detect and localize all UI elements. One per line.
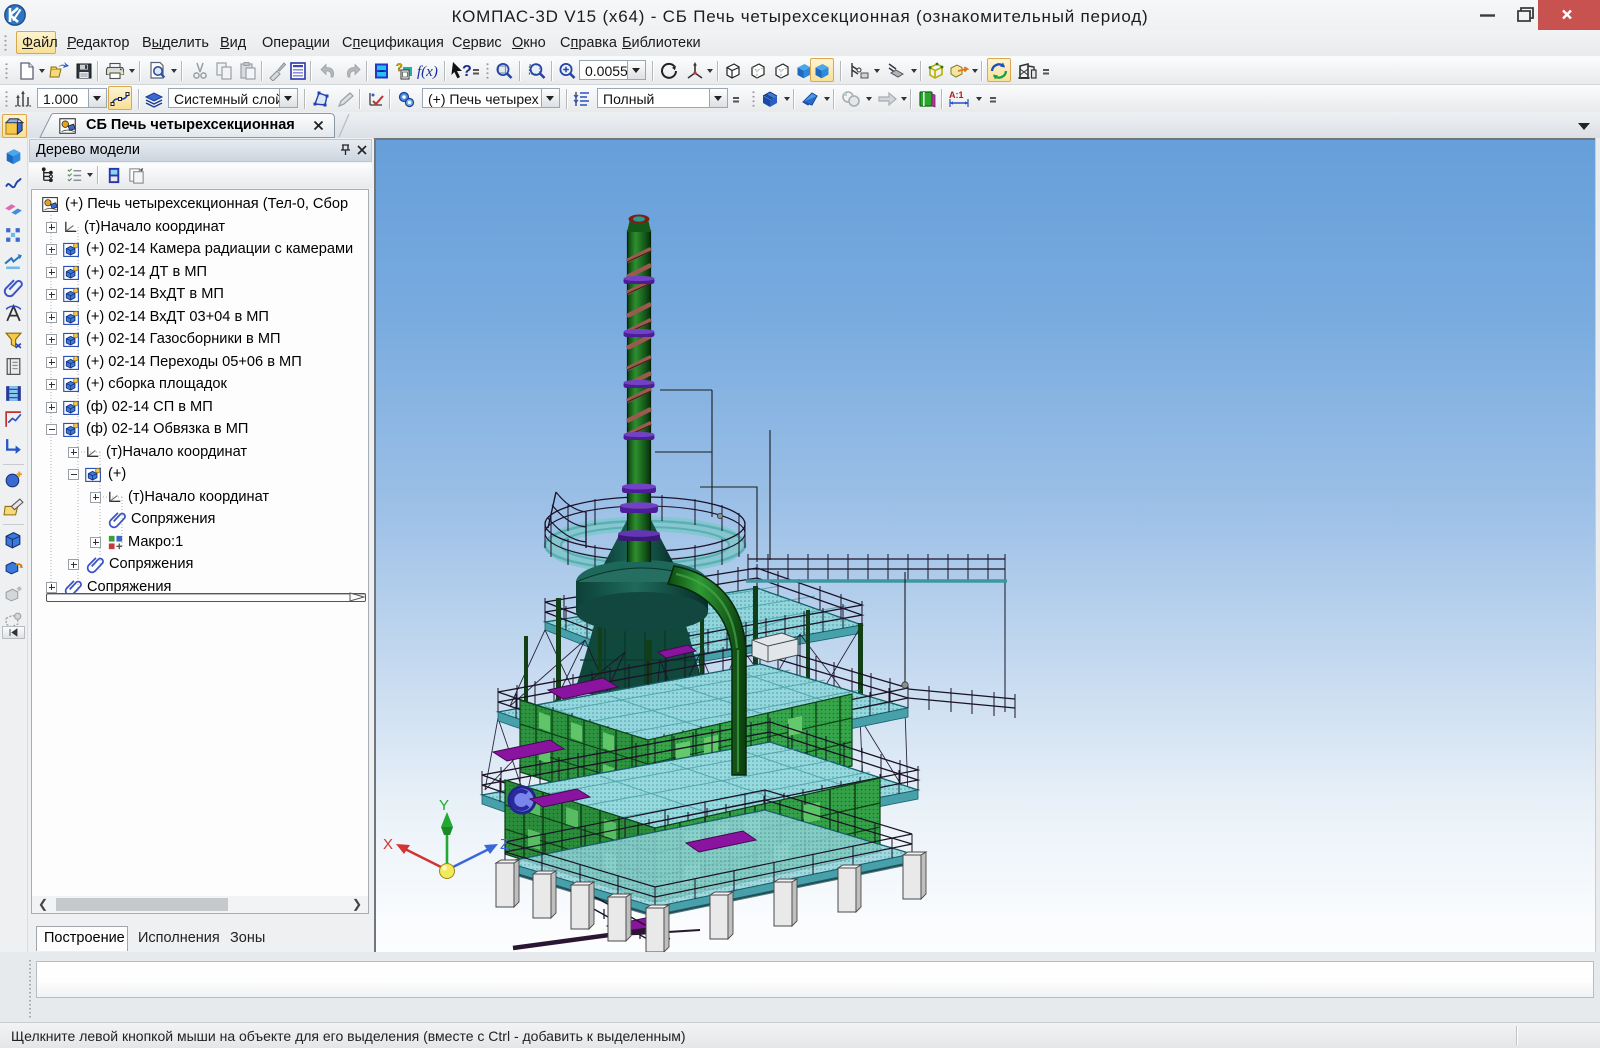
svg-text:Z: Z [500, 836, 509, 853]
svg-text:Y: Y [439, 797, 449, 814]
svg-text:X: X [383, 836, 393, 853]
